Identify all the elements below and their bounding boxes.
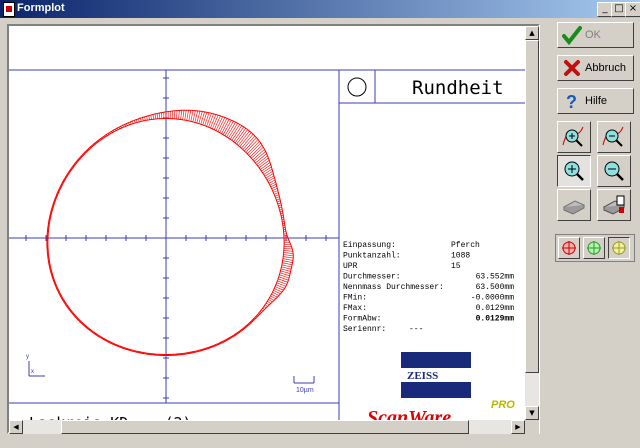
print-setup-button[interactable] (597, 189, 631, 221)
scroll-right-button[interactable]: ▶ (511, 420, 525, 434)
zoom-out-plot-icon (602, 126, 624, 147)
plot-heading: Rundheit (412, 77, 504, 99)
help-label: Hilfe (585, 95, 608, 107)
cancel-button[interactable]: Abbruch (557, 55, 634, 81)
mode-roundness-button[interactable] (558, 237, 580, 259)
vertical-scroll-thumb[interactable] (525, 40, 539, 373)
info-value: --- (409, 325, 423, 334)
question-mark-icon: ? (566, 92, 577, 111)
svg-text:?: ? (566, 92, 577, 111)
plot-area: 10µm y x Rundheit Einpassung: Pferch Punkt… (7, 24, 540, 434)
brand-suffix: PRO (491, 399, 515, 411)
info-label: Nennmass Durchmesser: (343, 283, 444, 292)
zeiss-logo: ZEISS (401, 352, 471, 398)
help-button[interactable]: ? Hilfe (557, 88, 634, 114)
form-mode-icon (612, 241, 626, 255)
scroll-corner (525, 420, 539, 434)
zoom-out-button[interactable] (597, 155, 631, 187)
scroll-down-button[interactable]: ▼ (525, 406, 539, 420)
scroll-up-button[interactable]: ▲ (525, 26, 539, 40)
info-label: FMax: (343, 304, 367, 313)
zeiss-logo-text: ZEISS (407, 370, 438, 382)
roundness-mode-icon (562, 241, 576, 255)
horizontal-scrollbar[interactable]: ◀ ▶ (9, 420, 525, 434)
info-value: 63.552mm (476, 273, 515, 282)
mode-form-button[interactable] (608, 237, 630, 259)
axis-y-label: y (26, 354, 29, 360)
ok-button[interactable]: OK (557, 22, 634, 48)
roundness-trace (46, 109, 294, 356)
roundness-symbol-icon (347, 77, 367, 97)
zoom-in-plot-icon (562, 126, 584, 147)
print-button[interactable] (557, 189, 591, 221)
ok-label: OK (585, 29, 601, 41)
info-value: 63.500mm (476, 283, 515, 292)
trace-outer-profile (46, 109, 294, 356)
flatness-mode-icon (587, 241, 601, 255)
zoom-out-plot-button[interactable] (597, 121, 631, 153)
info-value: -0.0000mm (471, 294, 514, 303)
plot-axes (9, 70, 339, 403)
checkmark-icon (562, 26, 582, 45)
info-value: 0.0129mm (476, 315, 515, 324)
zoom-in-plot-button[interactable] (557, 121, 591, 153)
app-icon[interactable] (3, 2, 15, 17)
info-label: Durchmesser: (343, 273, 401, 282)
info-table: Einpassung: Pferch Punktanzahl: 1088 UPR 15 Du… (343, 241, 514, 334)
zoom-in-button[interactable] (557, 155, 591, 187)
info-value: Pferch (451, 241, 480, 250)
info-label: Einpassung: (343, 241, 396, 250)
info-label: UPR (343, 262, 358, 271)
axis-indicator: y x (26, 354, 45, 377)
info-label: Seriennr: (343, 325, 386, 334)
zoom-out-icon (604, 161, 624, 181)
info-label: Punktanzahl: (343, 252, 401, 261)
printer-setup-icon (602, 195, 626, 215)
mode-flatness-button[interactable] (583, 237, 605, 259)
info-value: 0.0129mm (476, 304, 515, 313)
info-value: 1088 (451, 252, 470, 261)
cancel-label: Abbruch (585, 62, 626, 74)
info-value: 15 (451, 262, 461, 271)
info-label: FormAbw: (343, 315, 381, 324)
window-title: Formplot (17, 2, 65, 14)
close-button[interactable]: × (625, 2, 640, 17)
roundness-plot: 10µm y x Rundheit Einpassung: Pferch Punkt… (9, 69, 538, 432)
horizontal-scroll-thumb[interactable] (61, 420, 469, 434)
zoom-in-icon (564, 161, 584, 181)
title-bar: Formplot _ □ × (0, 0, 640, 18)
cross-icon (564, 60, 580, 76)
printer-icon (562, 200, 586, 215)
axis-x-label: x (31, 369, 34, 375)
vertical-scrollbar[interactable]: ▲ ▼ (525, 26, 539, 420)
scale-bar: 10µm (293, 376, 315, 394)
scale-label: 10µm (296, 387, 314, 394)
scroll-left-button[interactable]: ◀ (9, 420, 23, 434)
info-label: FMin: (343, 294, 367, 303)
